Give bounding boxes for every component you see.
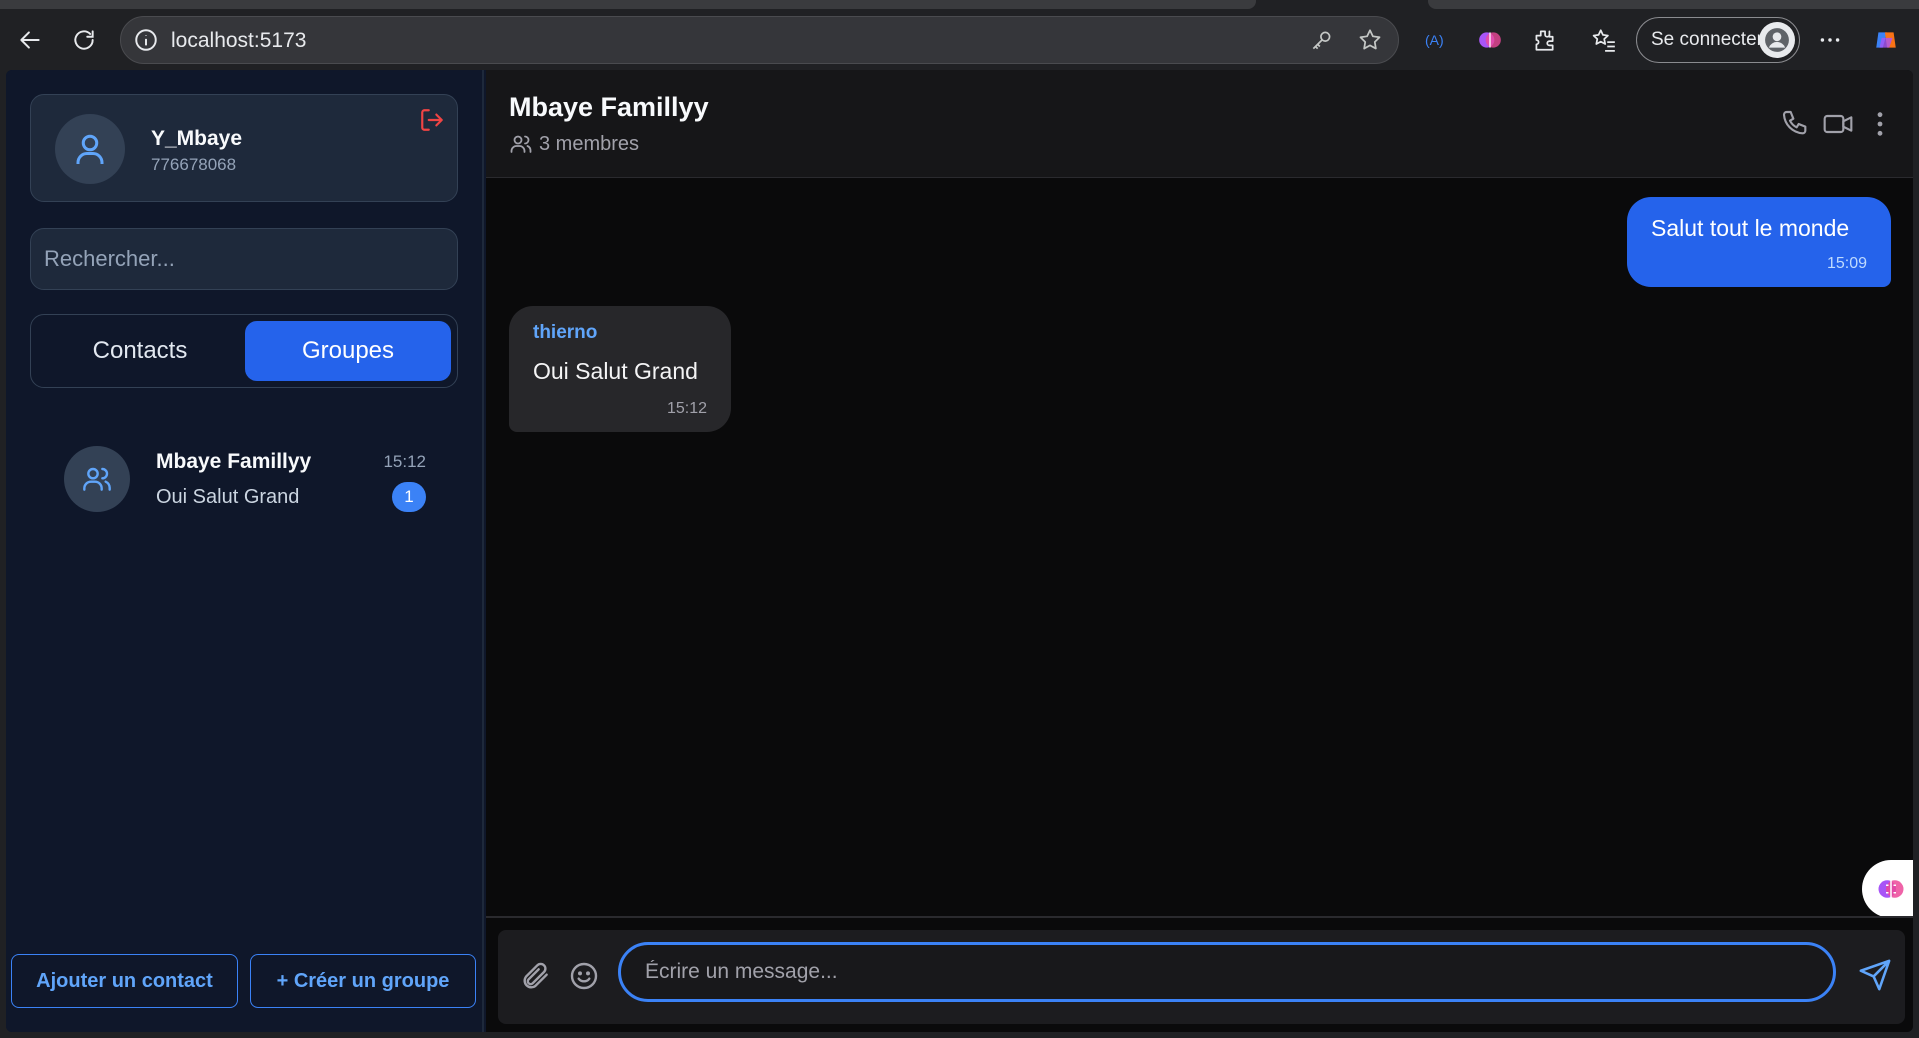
url-text[interactable]: localhost:5173 (171, 29, 306, 53)
unread-badge: 1 (392, 482, 426, 512)
message-time: 15:09 (1826, 255, 1867, 272)
sidebar: Y_Mbaye 776678068 Contacts Groupes Mbaye… (6, 70, 484, 1032)
browser-tab[interactable] (0, 0, 1256, 9)
ai-assistant-button[interactable] (1862, 860, 1913, 918)
tab-contacts[interactable]: Contacts (37, 321, 243, 381)
members-icon (510, 135, 532, 153)
signin-button[interactable]: Se connecter (1636, 17, 1800, 63)
user-profile-card: Y_Mbaye 776678068 (30, 94, 458, 202)
logout-icon[interactable] (419, 107, 445, 133)
user-name: Y_Mbaye (151, 127, 243, 150)
info-icon[interactable] (133, 27, 159, 53)
read-aloud-icon[interactable]: (A) (1416, 20, 1456, 60)
add-contact-button[interactable]: Ajouter un contact (11, 954, 238, 1008)
conversation-time: 15:12 (383, 452, 426, 471)
message-incoming: thierno Oui Salut Grand 15:12 (509, 306, 731, 432)
chat-header: Mbaye Famillyy 3 membres (486, 70, 1913, 178)
back-icon[interactable] (10, 20, 50, 60)
favorites-icon[interactable] (1584, 20, 1624, 60)
emoji-icon[interactable] (568, 960, 600, 992)
user-phone: 776678068 (151, 155, 237, 174)
message-sender: thierno (533, 322, 598, 343)
brain-icon (1878, 880, 1904, 898)
user-avatar-icon (55, 114, 125, 184)
conversation-item[interactable]: Mbaye Famillyy 15:12 Oui Salut Grand 1 (46, 438, 426, 518)
composer-divider (486, 916, 1913, 918)
refresh-icon[interactable] (64, 20, 104, 60)
chat-app: Y_Mbaye 776678068 Contacts Groupes Mbaye… (6, 70, 1913, 1032)
signin-label: Se connecter (1651, 29, 1763, 50)
message-input[interactable] (618, 942, 1836, 1002)
conversation-name: Mbaye Famillyy (156, 450, 312, 473)
chat-title: Mbaye Famillyy (509, 92, 709, 122)
more-icon[interactable] (1810, 20, 1850, 60)
more-options-icon[interactable] (1864, 108, 1896, 140)
address-bar[interactable]: localhost:5173 (120, 16, 1399, 64)
sidebar-tabs: Contacts Groupes (30, 314, 458, 388)
members-count: 3 membres (509, 132, 639, 156)
message-time: 15:12 (666, 400, 707, 417)
search-input[interactable] (30, 228, 458, 290)
chat-panel: Mbaye Famillyy 3 membres Salut tout le m… (486, 70, 1913, 1032)
members-text: 3 membres (539, 132, 640, 155)
copilot-icon[interactable] (1866, 20, 1906, 60)
message-text: Salut tout le monde (1651, 215, 1850, 241)
star-icon[interactable] (1357, 27, 1383, 53)
svg-text:(A): (A) (1425, 32, 1444, 48)
profile-avatar-icon (1759, 22, 1795, 58)
create-group-button[interactable]: + Créer un groupe (250, 954, 476, 1008)
brain-extension-icon[interactable] (1470, 20, 1510, 60)
tab-groups[interactable]: Groupes (245, 321, 451, 381)
key-icon[interactable] (1309, 27, 1335, 53)
message-outgoing: Salut tout le monde 15:09 (1627, 197, 1891, 287)
browser-toolbar: localhost:5173 (A) Se connecter (0, 0, 1919, 70)
conversation-last-message: Oui Salut Grand (156, 486, 300, 508)
send-icon[interactable] (1858, 958, 1892, 992)
tab-strip (0, 0, 1919, 9)
message-text: Oui Salut Grand (533, 358, 698, 384)
attachment-icon[interactable] (520, 960, 552, 992)
message-composer (498, 930, 1905, 1024)
phone-call-icon[interactable] (1780, 108, 1812, 140)
extensions-icon[interactable] (1524, 20, 1564, 60)
video-call-icon[interactable] (1822, 108, 1854, 140)
browser-tab[interactable] (1428, 0, 1919, 9)
group-avatar-icon (64, 446, 130, 512)
